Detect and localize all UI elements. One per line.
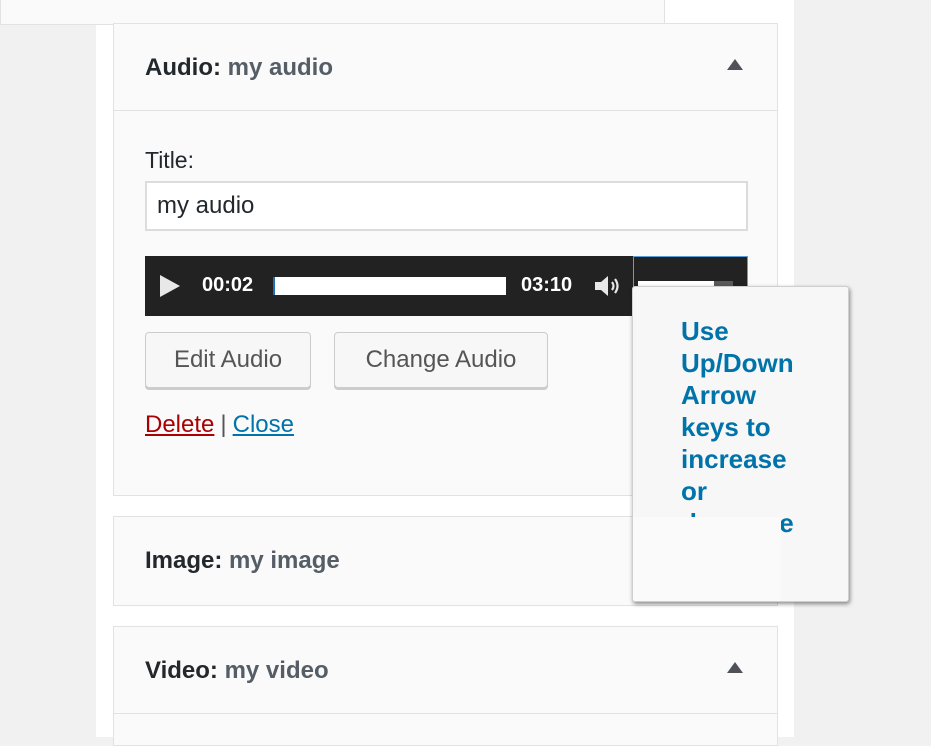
widget-instance-name: my video xyxy=(217,657,329,684)
widget-image-title: Image: my image xyxy=(145,547,340,575)
widget-instance-name: my image xyxy=(222,547,340,574)
widget-previous xyxy=(0,0,665,25)
title-label: Title: xyxy=(145,147,194,173)
widget-actions: Delete | Close xyxy=(145,411,294,439)
widget-audio-title: Audio: my audio xyxy=(145,54,333,82)
widget-type-label: Image: xyxy=(145,547,223,574)
title-input[interactable] xyxy=(145,181,748,231)
widget-video-title: Video: my video xyxy=(145,657,329,685)
play-icon[interactable] xyxy=(160,275,180,297)
progress-rail[interactable] xyxy=(273,277,506,295)
current-time: 00:02 xyxy=(202,274,254,296)
edit-audio-button[interactable]: Edit Audio xyxy=(145,332,311,388)
duration-time: 03:10 xyxy=(521,274,573,296)
volume-tooltip: Use Up/Down Arrow keys to increase or de… xyxy=(632,286,849,602)
widget-video: Video: my video xyxy=(113,626,778,746)
collapse-arrow-icon[interactable] xyxy=(727,662,743,673)
widget-type-label: Audio: xyxy=(145,54,221,81)
close-link[interactable]: Close xyxy=(233,411,294,438)
change-audio-button[interactable]: Change Audio xyxy=(334,332,548,388)
widget-instance-name: my audio xyxy=(220,54,334,81)
delete-link[interactable]: Delete xyxy=(145,411,214,438)
collapse-arrow-icon[interactable] xyxy=(727,59,743,70)
widget-type-label: Video: xyxy=(145,657,218,684)
widget-audio-header[interactable]: Audio: my audio xyxy=(114,24,777,111)
tooltip-overlap xyxy=(633,517,781,601)
progress-played xyxy=(273,277,276,295)
widget-video-header[interactable]: Video: my video xyxy=(114,627,777,714)
speaker-icon[interactable] xyxy=(593,273,625,299)
link-separator: | xyxy=(220,411,227,438)
